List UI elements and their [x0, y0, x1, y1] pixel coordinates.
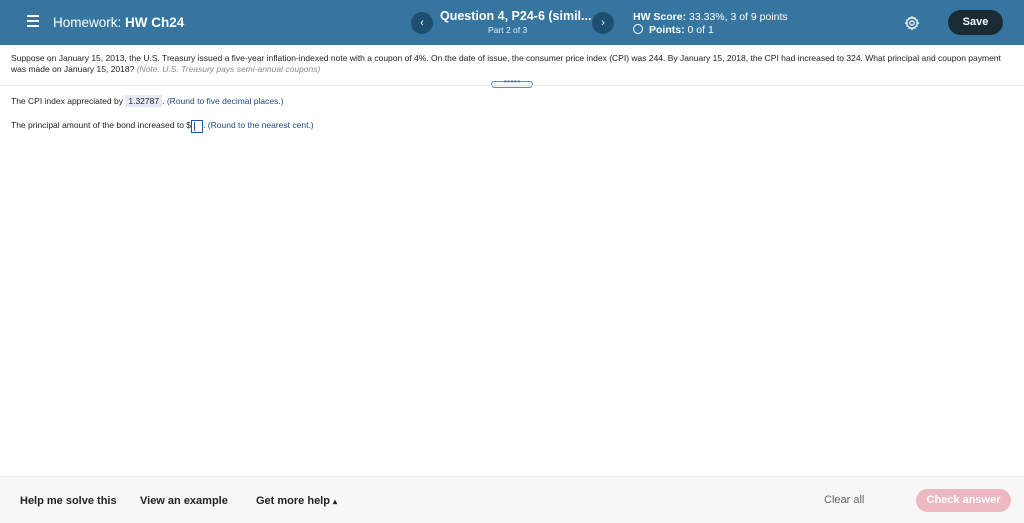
cpi-hint: (Round to five decimal places.)	[166, 96, 284, 106]
clear-all-button[interactable]: Clear all	[824, 494, 864, 506]
points: Points: 0 of 1	[633, 24, 714, 36]
principal-period: .	[203, 120, 206, 130]
divider	[0, 85, 1024, 86]
caret-up-icon: ▴	[333, 497, 338, 506]
cpi-label: The CPI index appreciated by	[11, 96, 123, 106]
points-label: Points:	[649, 24, 685, 36]
hw-score-label: HW Score:	[633, 11, 687, 23]
principal-input[interactable]	[191, 120, 204, 133]
cpi-row: The CPI index appreciated by 1.32787. (R…	[11, 95, 284, 107]
hw-score-value: 33.33%, 3 of 9 points	[689, 11, 788, 23]
cpi-answer: 1.32787	[125, 95, 163, 107]
get-more-help-label: Get more help	[256, 495, 330, 507]
previous-question-button[interactable]: ‹	[411, 12, 433, 34]
footer-bar: Help me solve this View an example Get m…	[0, 476, 1024, 523]
question-note: (Note: U.S. Treasury pays semi-annual co…	[136, 64, 321, 74]
hw-score: HW Score: 33.33%, 3 of 9 points	[633, 11, 788, 23]
points-value: 0 of 1	[687, 24, 714, 36]
question-title[interactable]: Question 4, P24-6 (simil...	[440, 9, 591, 23]
homework-name: HW Ch24	[125, 15, 185, 30]
hamburger-menu-icon[interactable]	[27, 15, 39, 27]
question-part: Part 2 of 3	[488, 25, 528, 35]
save-button[interactable]: Save	[948, 10, 1003, 35]
check-answer-button[interactable]: Check answer	[916, 489, 1011, 512]
next-question-button[interactable]: ›	[592, 12, 614, 34]
principal-row: The principal amount of the bond increas…	[11, 120, 314, 133]
principal-hint: (Round to the nearest cent.)	[207, 120, 314, 130]
question-text: Suppose on January 15, 2013, the U.S. Tr…	[11, 53, 1011, 75]
points-circle-icon	[633, 24, 643, 34]
get-more-help-button[interactable]: Get more help ▴	[256, 495, 337, 507]
principal-label: The principal amount of the bond increas…	[11, 120, 192, 130]
gear-icon[interactable]	[904, 15, 920, 31]
top-bar: Homework: HW Ch24 ‹ Question 4, P24-6 (s…	[0, 0, 1024, 45]
cpi-period: .	[162, 96, 165, 106]
help-me-solve-button[interactable]: Help me solve this	[20, 495, 117, 507]
homework-title: Homework: HW Ch24	[53, 15, 184, 30]
view-example-button[interactable]: View an example	[140, 495, 228, 507]
homework-prefix: Homework:	[53, 15, 122, 30]
